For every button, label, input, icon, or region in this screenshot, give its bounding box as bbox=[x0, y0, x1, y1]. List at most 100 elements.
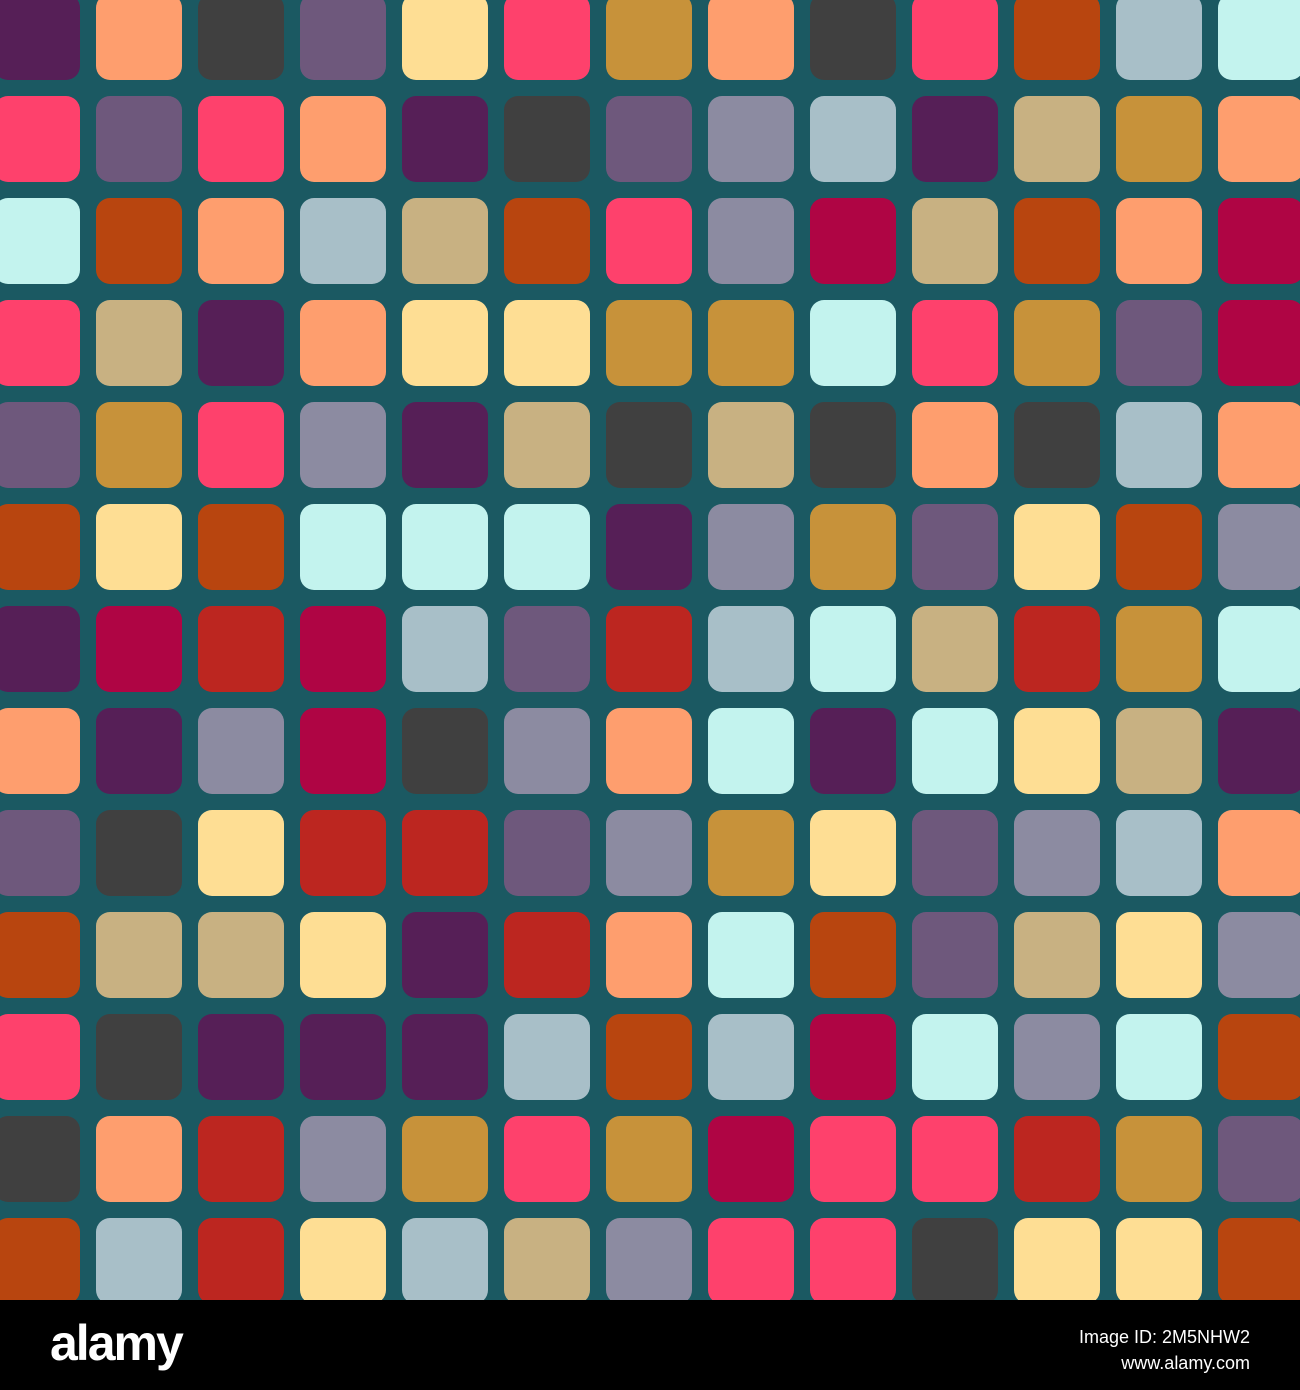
tile bbox=[402, 606, 488, 692]
tile bbox=[810, 912, 896, 998]
tile bbox=[912, 810, 998, 896]
tile bbox=[198, 300, 284, 386]
tile bbox=[1218, 1218, 1300, 1300]
tile bbox=[198, 1116, 284, 1202]
tile bbox=[1218, 1014, 1300, 1100]
tile bbox=[1116, 708, 1202, 794]
tile bbox=[96, 1116, 182, 1202]
tile bbox=[1218, 0, 1300, 80]
tile bbox=[912, 708, 998, 794]
tile bbox=[810, 1116, 896, 1202]
tile bbox=[300, 96, 386, 182]
tile bbox=[912, 606, 998, 692]
tile bbox=[300, 810, 386, 896]
tile bbox=[606, 300, 692, 386]
tile bbox=[198, 912, 284, 998]
tile bbox=[198, 1014, 284, 1100]
tile bbox=[96, 810, 182, 896]
tile bbox=[198, 1218, 284, 1300]
tile bbox=[912, 1116, 998, 1202]
tile bbox=[606, 912, 692, 998]
tile bbox=[810, 1014, 896, 1100]
tile bbox=[1014, 300, 1100, 386]
tile bbox=[1218, 1116, 1300, 1202]
tile bbox=[300, 912, 386, 998]
tile bbox=[810, 0, 896, 80]
tile bbox=[912, 912, 998, 998]
tile bbox=[708, 708, 794, 794]
image-id: Image ID: 2M5NHW2 bbox=[1078, 1327, 1250, 1347]
tile bbox=[1218, 606, 1300, 692]
footer-bar: alamy Image ID: 2M5NHW2 www.alamy.com bbox=[0, 1300, 1300, 1390]
tile bbox=[1014, 198, 1100, 284]
tile bbox=[1014, 708, 1100, 794]
tile bbox=[504, 402, 590, 488]
tile bbox=[1116, 606, 1202, 692]
tile bbox=[504, 1116, 590, 1202]
tile bbox=[504, 810, 590, 896]
tile bbox=[0, 1218, 80, 1300]
tile bbox=[300, 606, 386, 692]
tile bbox=[0, 810, 80, 896]
tile bbox=[1014, 0, 1100, 80]
tile bbox=[810, 708, 896, 794]
tile bbox=[402, 96, 488, 182]
tile bbox=[1014, 1218, 1100, 1300]
tile bbox=[300, 504, 386, 590]
tile bbox=[912, 0, 998, 80]
tile bbox=[0, 1014, 80, 1100]
tile bbox=[708, 402, 794, 488]
tile bbox=[708, 1116, 794, 1202]
tile bbox=[402, 0, 488, 80]
tile bbox=[708, 0, 794, 80]
tile bbox=[606, 0, 692, 80]
tile bbox=[1014, 96, 1100, 182]
tile bbox=[1014, 1116, 1100, 1202]
tile bbox=[300, 1116, 386, 1202]
tile bbox=[1116, 810, 1202, 896]
tile bbox=[606, 708, 692, 794]
tile bbox=[198, 810, 284, 896]
tile bbox=[708, 96, 794, 182]
tile bbox=[1014, 1014, 1100, 1100]
tile bbox=[504, 606, 590, 692]
tile bbox=[708, 1014, 794, 1100]
tile bbox=[912, 1014, 998, 1100]
tile bbox=[810, 402, 896, 488]
tile bbox=[0, 1116, 80, 1202]
tile bbox=[1014, 504, 1100, 590]
tile bbox=[810, 198, 896, 284]
tile bbox=[96, 300, 182, 386]
tile bbox=[1218, 810, 1300, 896]
tile bbox=[198, 402, 284, 488]
tile bbox=[1116, 198, 1202, 284]
tile bbox=[402, 402, 488, 488]
tile bbox=[606, 198, 692, 284]
tile bbox=[96, 504, 182, 590]
tile bbox=[810, 300, 896, 386]
tile bbox=[300, 0, 386, 80]
tile bbox=[1218, 96, 1300, 182]
tile bbox=[708, 504, 794, 590]
tile bbox=[300, 300, 386, 386]
tile bbox=[402, 912, 488, 998]
tile bbox=[1014, 606, 1100, 692]
tile bbox=[198, 708, 284, 794]
tile bbox=[606, 402, 692, 488]
tile bbox=[198, 96, 284, 182]
tile bbox=[1116, 912, 1202, 998]
tile bbox=[0, 198, 80, 284]
tile bbox=[300, 198, 386, 284]
tile-pattern bbox=[0, 0, 1300, 1300]
tile bbox=[198, 198, 284, 284]
tile bbox=[504, 96, 590, 182]
tile bbox=[708, 912, 794, 998]
tile bbox=[1218, 708, 1300, 794]
tile bbox=[606, 504, 692, 590]
alamy-logo: alamy bbox=[50, 1315, 184, 1371]
tile bbox=[606, 1218, 692, 1300]
tile bbox=[606, 810, 692, 896]
tile bbox=[0, 0, 80, 80]
tile bbox=[504, 0, 590, 80]
tile bbox=[504, 708, 590, 794]
